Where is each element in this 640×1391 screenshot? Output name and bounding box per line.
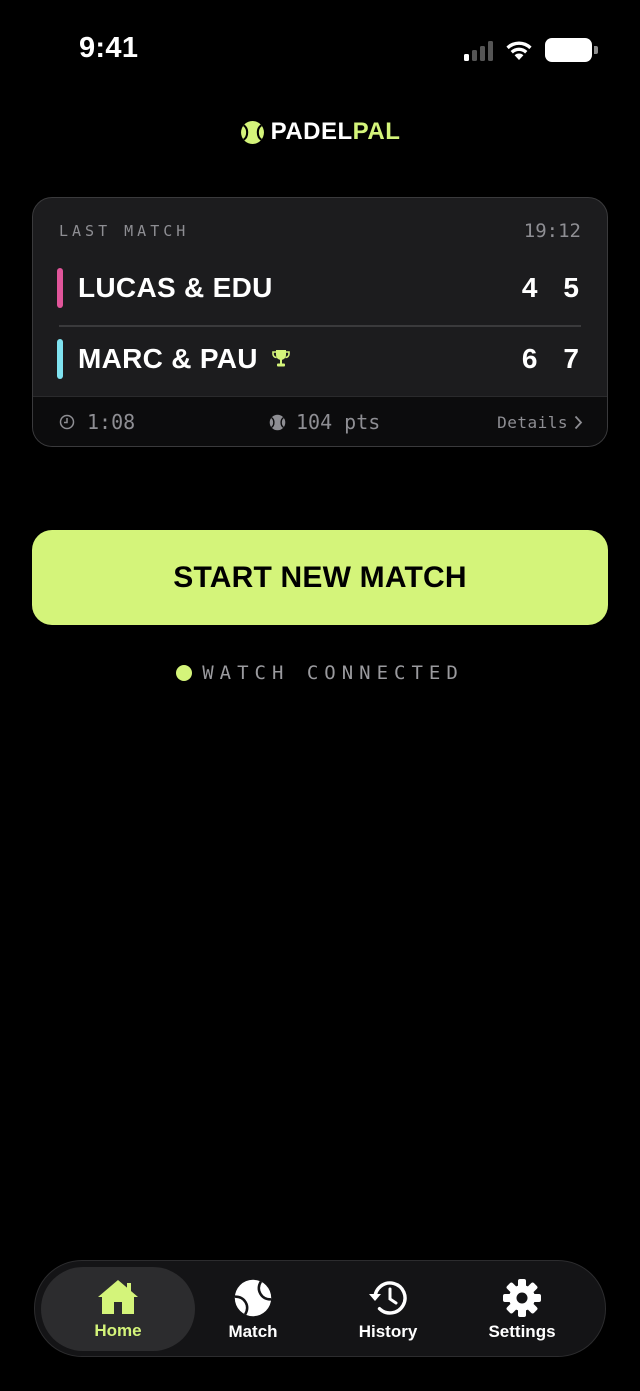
duration-value: 1:08 xyxy=(87,410,136,434)
card-footer: 1:08 104 pts Details xyxy=(33,396,607,446)
team-color-bar xyxy=(57,339,63,379)
team-name: MARC & PAU xyxy=(78,343,258,374)
details-link[interactable]: Details xyxy=(497,397,583,446)
app-name: PADELPAL xyxy=(271,118,401,146)
team-color-bar xyxy=(57,268,63,308)
tennis-ball-icon xyxy=(269,414,286,430)
watch-status: WATCH CONNECTED xyxy=(0,662,640,684)
app-logo: PADELPAL xyxy=(0,118,640,146)
trophy-icon xyxy=(272,349,290,369)
start-new-match-button[interactable]: START NEW MATCH xyxy=(32,530,608,625)
app-name-part2: PAL xyxy=(352,118,401,145)
app-name-part1: PADEL xyxy=(270,118,353,145)
wifi-icon xyxy=(506,40,532,60)
tab-match[interactable]: Match xyxy=(186,1261,320,1358)
match-duration: 1:08 xyxy=(59,397,136,446)
set-score: 4 xyxy=(521,272,538,303)
details-label: Details xyxy=(497,412,568,432)
tab-label: Settings xyxy=(488,1321,556,1341)
card-header: LAST MATCH 19:12 xyxy=(59,220,581,242)
tab-settings[interactable]: Settings xyxy=(455,1261,589,1358)
team-row-2: MARC & PAU 6 7 xyxy=(57,339,583,379)
tab-label: Home xyxy=(94,1321,142,1340)
watch-status-text: WATCH CONNECTED xyxy=(202,662,464,684)
tennis-ball-icon xyxy=(234,1278,272,1318)
gear-icon xyxy=(502,1278,542,1318)
team-scores: 4 5 xyxy=(522,272,583,304)
status-icons xyxy=(464,38,598,62)
tab-label: Match xyxy=(228,1321,278,1341)
last-match-card[interactable]: LAST MATCH 19:12 LUCAS & EDU 4 5 MARC & … xyxy=(32,197,608,447)
clock-icon xyxy=(59,414,75,430)
divider xyxy=(59,325,581,327)
tab-bar: Home Match History Settings xyxy=(34,1260,606,1357)
set-score: 5 xyxy=(563,272,579,303)
tennis-ball-icon xyxy=(240,120,264,144)
team-row-1: LUCAS & EDU 4 5 xyxy=(57,268,583,308)
team-name: LUCAS & EDU xyxy=(78,272,273,303)
home-icon xyxy=(96,1277,140,1317)
match-time: 19:12 xyxy=(523,220,581,242)
set-score: 7 xyxy=(563,343,579,374)
tab-label: History xyxy=(358,1321,418,1341)
match-points: 104 pts xyxy=(269,397,381,446)
tab-home[interactable]: Home xyxy=(41,1267,195,1351)
points-value: 104 pts xyxy=(296,410,381,434)
status-time: 9:41 xyxy=(79,32,139,64)
card-label: LAST MATCH xyxy=(59,222,190,240)
battery-icon xyxy=(545,38,598,62)
cellular-signal-icon xyxy=(464,40,493,61)
set-score: 6 xyxy=(521,343,538,374)
tab-history[interactable]: History xyxy=(321,1261,455,1358)
history-icon xyxy=(367,1278,409,1318)
team-scores: 6 7 xyxy=(522,343,583,375)
chevron-right-icon xyxy=(574,415,583,429)
connection-dot-icon xyxy=(176,665,193,681)
